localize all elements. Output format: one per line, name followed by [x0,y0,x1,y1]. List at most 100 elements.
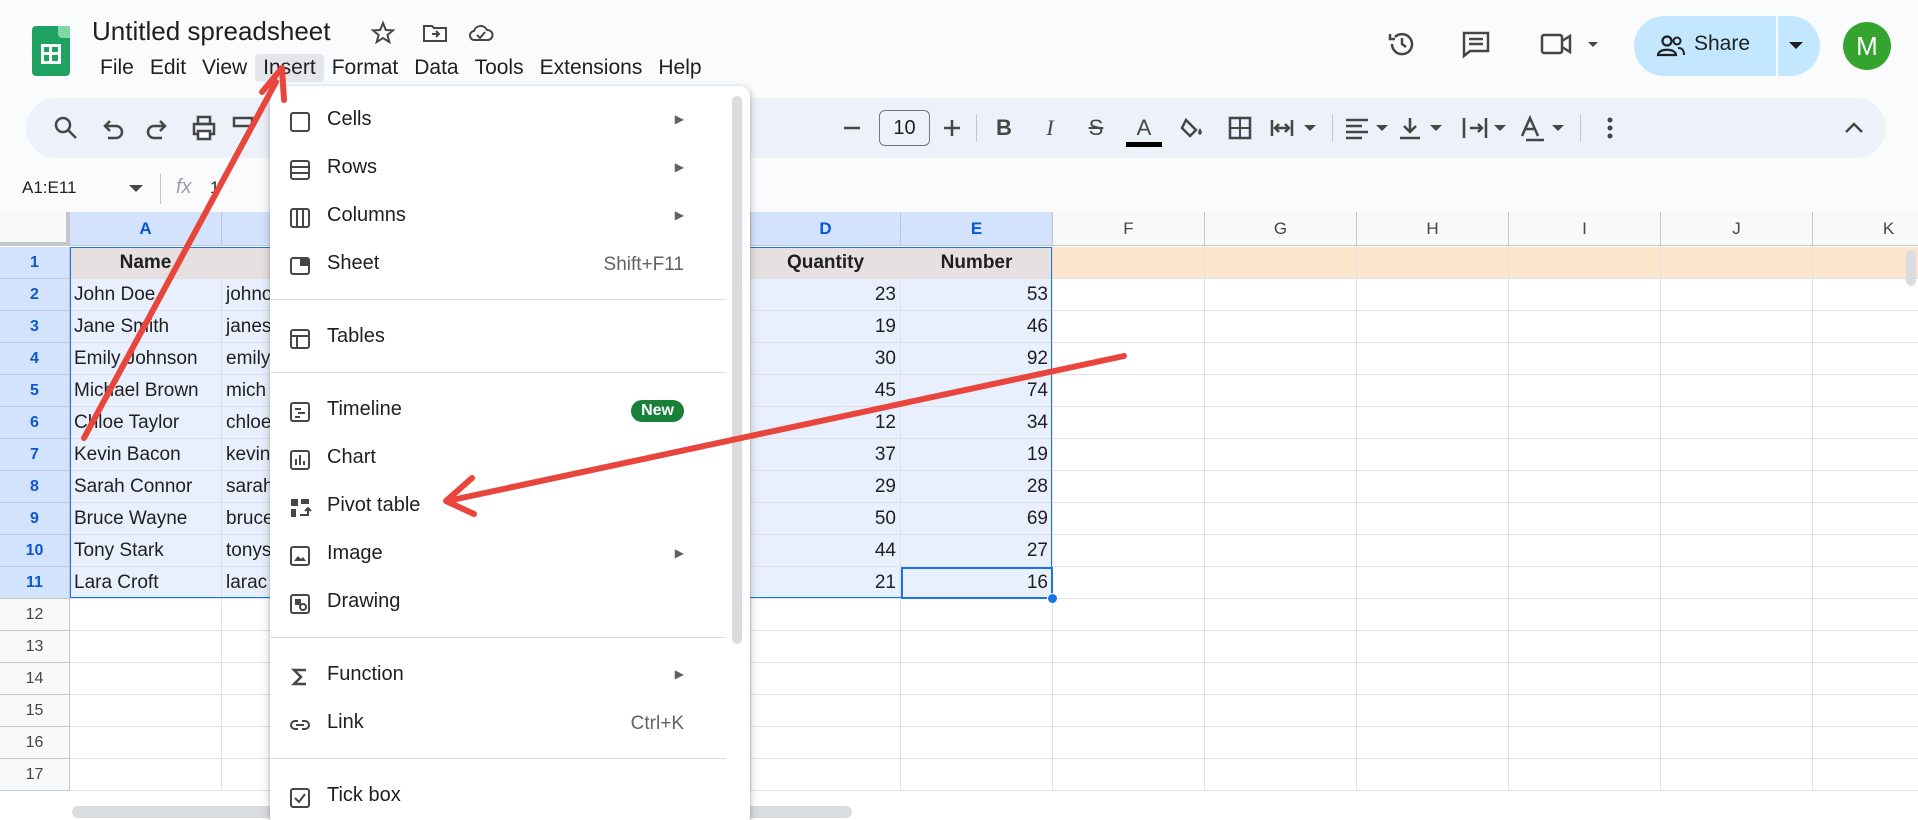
star-icon[interactable] [368,18,398,48]
cell-d10[interactable]: 44 [751,535,901,567]
cell-h10[interactable] [1357,535,1509,567]
cell-h16[interactable] [1357,727,1509,759]
cell-j11[interactable] [1661,567,1813,599]
cell-d9[interactable]: 50 [751,503,901,535]
collapse-toolbar-icon[interactable] [1840,112,1868,144]
cell-g8[interactable] [1205,471,1357,503]
fill-color-icon[interactable] [1176,112,1212,144]
cell-f7[interactable] [1053,439,1205,471]
column-header-g[interactable]: G [1205,212,1357,246]
borders-icon[interactable] [1224,112,1256,144]
cell-g1[interactable] [1205,247,1357,279]
cell-e7[interactable]: 19 [901,439,1053,471]
cell-h5[interactable] [1357,375,1509,407]
cell-k10[interactable] [1813,535,1918,567]
column-header-d[interactable]: D [751,212,901,246]
bold-icon[interactable]: B [988,112,1020,144]
cell-g17[interactable] [1205,759,1357,791]
cell-a10[interactable]: Tony Stark [70,535,222,567]
cell-a7[interactable]: Kevin Bacon [70,439,222,471]
column-header-i[interactable]: I [1509,212,1661,246]
row-header-16[interactable]: 16 [0,727,70,759]
menu-item-rows[interactable]: Rows ▶ [270,146,730,192]
cell-e13[interactable] [901,631,1053,663]
cell-h11[interactable] [1357,567,1509,599]
menu-help[interactable]: Help [650,54,709,82]
cell-a5[interactable]: Michael Brown [70,375,222,407]
row-header-8[interactable]: 8 [0,471,70,503]
menu-file[interactable]: File [92,54,142,82]
menu-item-image[interactable]: Image ▶ [270,532,730,578]
cell-d12[interactable] [751,599,901,631]
cell-i17[interactable] [1509,759,1661,791]
row-header-5[interactable]: 5 [0,375,70,407]
column-header-k[interactable]: K [1813,212,1918,246]
cell-i10[interactable] [1509,535,1661,567]
name-box-dropdown-icon[interactable] [128,184,144,194]
cell-e5[interactable]: 74 [901,375,1053,407]
text-wrap-icon[interactable] [1458,112,1514,144]
cell-a3[interactable]: Jane Smith [70,311,222,343]
menu-insert[interactable]: Insert [255,54,324,82]
menu-data[interactable]: Data [406,54,466,82]
cell-h12[interactable] [1357,599,1509,631]
cell-h4[interactable] [1357,343,1509,375]
cell-k8[interactable] [1813,471,1918,503]
cell-i11[interactable] [1509,567,1661,599]
sheets-logo-icon[interactable] [32,26,70,76]
cell-h2[interactable] [1357,279,1509,311]
italic-icon[interactable]: I [1034,112,1066,144]
increase-font-icon[interactable] [938,112,966,144]
cell-e9[interactable]: 69 [901,503,1053,535]
cell-d13[interactable] [751,631,901,663]
cell-h6[interactable] [1357,407,1509,439]
decrease-font-icon[interactable] [838,112,866,144]
row-header-1[interactable]: 1 [0,247,70,279]
menu-item-sheet[interactable]: Sheet Shift+F11 [270,242,730,288]
cell-d14[interactable] [751,663,901,695]
cell-d17[interactable] [751,759,901,791]
cell-i9[interactable] [1509,503,1661,535]
cell-h15[interactable] [1357,695,1509,727]
cell-e12[interactable] [901,599,1053,631]
column-header-a[interactable]: A [70,212,222,246]
cell-h7[interactable] [1357,439,1509,471]
cell-j2[interactable] [1661,279,1813,311]
cell-i3[interactable] [1509,311,1661,343]
cell-d11[interactable]: 21 [751,567,901,599]
cell-a16[interactable] [70,727,222,759]
cell-g13[interactable] [1205,631,1357,663]
cell-a4[interactable]: Emily Johnson [70,343,222,375]
cell-j5[interactable] [1661,375,1813,407]
cell-i12[interactable] [1509,599,1661,631]
cell-h13[interactable] [1357,631,1509,663]
column-header-h[interactable]: H [1357,212,1509,246]
cell-k3[interactable] [1813,311,1918,343]
cell-a1[interactable]: Name [70,247,222,279]
menu-item-pivot-table[interactable]: Pivot table [270,484,730,530]
column-header-j[interactable]: J [1661,212,1813,246]
cell-e1[interactable]: Number [901,247,1053,279]
formula-input[interactable]: 1 [210,178,219,198]
move-folder-icon[interactable] [420,18,450,48]
row-header-15[interactable]: 15 [0,695,70,727]
redo-icon[interactable] [142,112,174,144]
cell-e3[interactable]: 46 [901,311,1053,343]
cell-f5[interactable] [1053,375,1205,407]
cell-f4[interactable] [1053,343,1205,375]
cell-h17[interactable] [1357,759,1509,791]
cell-k15[interactable] [1813,695,1918,727]
row-header-13[interactable]: 13 [0,631,70,663]
cell-k9[interactable] [1813,503,1918,535]
menu-item-columns[interactable]: Columns ▶ [270,194,730,240]
cell-f12[interactable] [1053,599,1205,631]
cell-i6[interactable] [1509,407,1661,439]
cell-d1[interactable]: Quantity [751,247,901,279]
cell-g15[interactable] [1205,695,1357,727]
cell-f17[interactable] [1053,759,1205,791]
menu-item-tick-box[interactable]: Tick box [270,774,730,820]
cell-k11[interactable] [1813,567,1918,599]
text-color-icon[interactable]: A [1126,112,1162,147]
text-rotation-icon[interactable] [1516,112,1572,144]
cell-e15[interactable] [901,695,1053,727]
